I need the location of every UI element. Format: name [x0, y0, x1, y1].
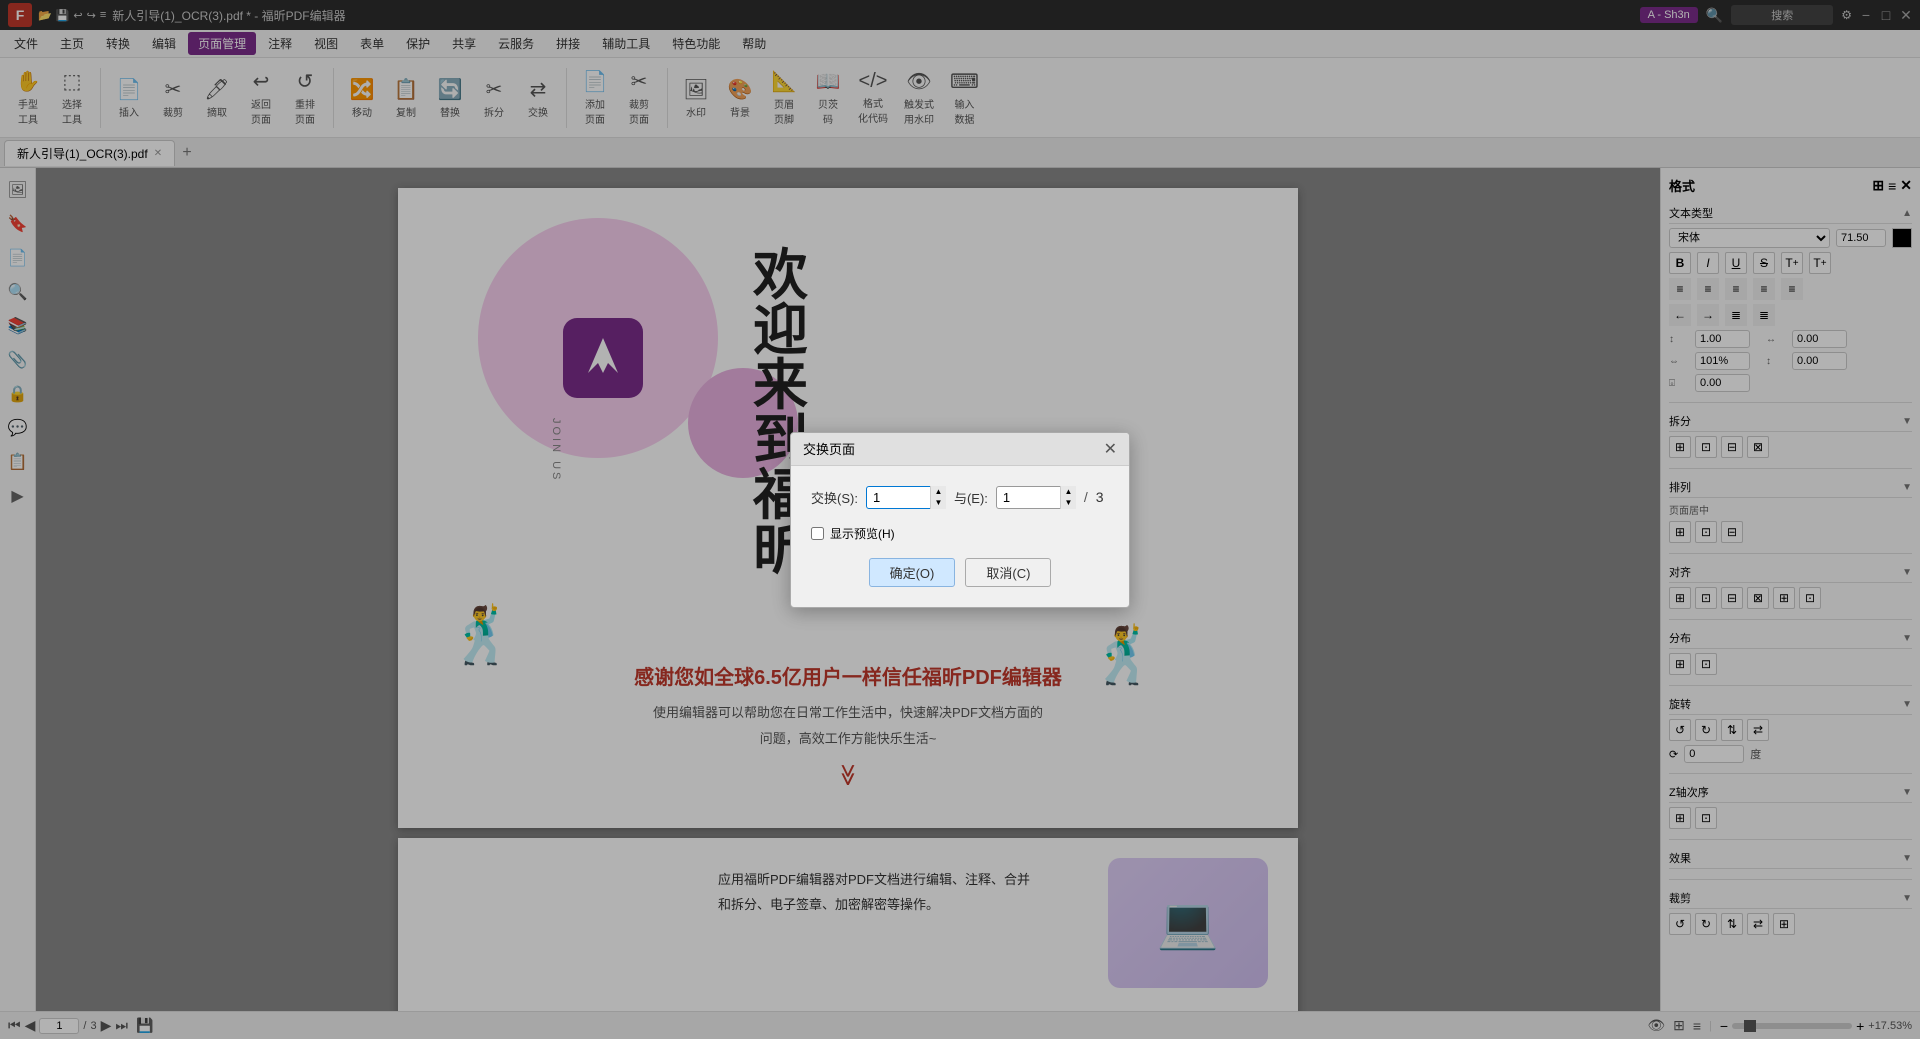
- preview-label: 显示预览(H): [830, 525, 895, 542]
- dialog-body: 交换(S): ▲ ▼ 与(E): ▲ ▼ / 3: [791, 466, 1129, 607]
- preview-checkbox[interactable]: [811, 527, 824, 540]
- exchange-spin-down[interactable]: ▼: [930, 497, 946, 509]
- dialog-slash: /: [1084, 489, 1088, 505]
- dialog-total: 3: [1096, 489, 1104, 505]
- exchange-spin-buttons: ▲ ▼: [930, 486, 946, 509]
- with-label: 与(E):: [954, 488, 988, 507]
- with-spin-buttons: ▲ ▼: [1060, 486, 1076, 509]
- dialog-overlay[interactable]: 交换页面 ✕ 交换(S): ▲ ▼ 与(E): ▲ ▼: [0, 0, 1920, 1039]
- dialog-title-bar: 交换页面 ✕: [791, 433, 1129, 466]
- dialog-cancel-button[interactable]: 取消(C): [965, 558, 1051, 587]
- exchange-dialog: 交换页面 ✕ 交换(S): ▲ ▼ 与(E): ▲ ▼: [790, 432, 1130, 608]
- with-spin-up[interactable]: ▲: [1060, 486, 1076, 498]
- exchange-spinner: ▲ ▼: [866, 486, 946, 509]
- exchange-row: 交换(S): ▲ ▼ 与(E): ▲ ▼ / 3: [811, 486, 1109, 509]
- dialog-buttons: 确定(O) 取消(C): [811, 558, 1109, 587]
- exchange-label: 交换(S):: [811, 488, 858, 507]
- with-spinner: ▲ ▼: [996, 486, 1076, 509]
- dialog-title: 交换页面: [803, 439, 855, 458]
- with-spin-down[interactable]: ▼: [1060, 497, 1076, 509]
- dialog-close-icon[interactable]: ✕: [1104, 439, 1117, 459]
- preview-row: 显示预览(H): [811, 525, 1109, 542]
- dialog-ok-button[interactable]: 确定(O): [869, 558, 956, 587]
- exchange-spin-up[interactable]: ▲: [930, 486, 946, 498]
